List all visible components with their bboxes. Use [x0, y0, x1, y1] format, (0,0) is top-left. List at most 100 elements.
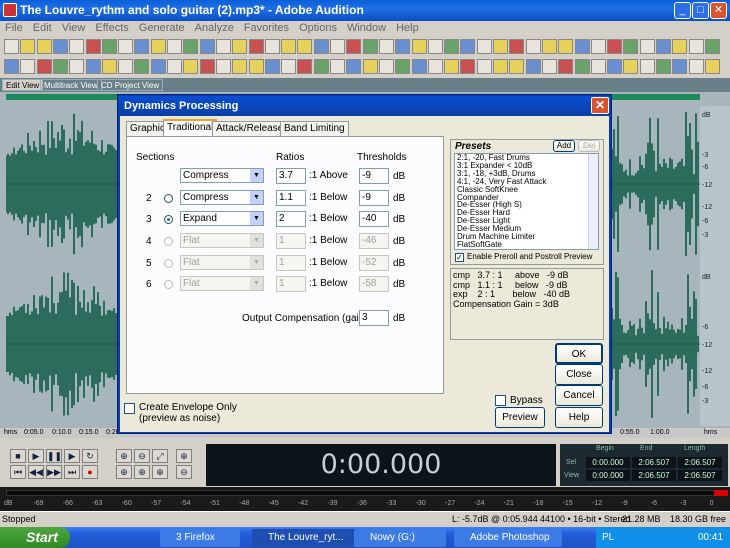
section-radio[interactable] [164, 259, 173, 268]
ratio-input[interactable]: 1 [276, 276, 306, 292]
toolbar-button[interactable] [411, 39, 427, 54]
toolbar-button[interactable] [493, 59, 508, 74]
threshold-input[interactable]: -58 [359, 276, 389, 292]
tab-band-limiting[interactable]: Band Limiting [280, 121, 349, 136]
start-button[interactable]: Start [0, 527, 70, 548]
toolbar-button[interactable] [688, 59, 704, 74]
go-start-button[interactable]: ⏮ [10, 465, 26, 479]
preset-item[interactable]: 2:1, -20, Fast Drums [455, 154, 598, 162]
toolbar-button[interactable] [330, 39, 345, 54]
preset-del-button[interactable]: Del [578, 140, 600, 152]
toolbar-button[interactable] [281, 59, 297, 74]
preset-item[interactable]: De-Esser Light [455, 217, 598, 225]
loop-button[interactable]: ↻ [82, 449, 98, 463]
toolbar-button[interactable] [232, 59, 248, 74]
record-button[interactable]: ● [82, 465, 98, 479]
toolbar-button[interactable] [330, 59, 345, 74]
toolbar-button[interactable] [4, 59, 19, 74]
toolbar-button[interactable] [525, 59, 541, 74]
preset-item[interactable]: Classic SoftKnee [455, 186, 598, 194]
toolbar-button[interactable] [248, 59, 264, 74]
toolbar-button[interactable] [558, 59, 574, 74]
toolbar-button[interactable] [150, 39, 166, 54]
ratio-input[interactable]: 1 [276, 255, 306, 271]
threshold-input[interactable]: -52 [359, 255, 389, 271]
toolbar-button[interactable] [558, 39, 574, 54]
menu-edit[interactable]: Edit [28, 21, 57, 34]
toolbar-button[interactable] [4, 39, 19, 54]
toolbar-button[interactable] [427, 59, 443, 74]
toolbar-button[interactable] [460, 59, 476, 74]
maximize-icon[interactable]: □ [692, 2, 709, 19]
toolbar-button[interactable] [69, 59, 85, 74]
section-radio[interactable] [164, 280, 173, 289]
toolbar-button[interactable] [150, 59, 166, 74]
preset-item[interactable]: 4:1, -24, Very Fast Attack [455, 178, 598, 186]
ok-button[interactable]: OK [555, 343, 603, 364]
menu-help[interactable]: Help [391, 21, 424, 34]
toolbar-button[interactable] [574, 59, 590, 74]
zoom-left-icon[interactable]: ⊕ [116, 465, 132, 479]
section-radio[interactable] [164, 194, 173, 203]
toolbar-button[interactable] [395, 59, 411, 74]
preset-item[interactable]: 3:1 Expander < 10dB [455, 162, 598, 170]
ratio-input[interactable]: 3.7 [276, 168, 306, 184]
zoom-right-icon[interactable]: ⊕ [134, 465, 150, 479]
rewind-button[interactable]: ◀◀ [28, 465, 44, 479]
language-indicator[interactable]: PL [602, 532, 614, 543]
dialog-close-icon[interactable]: ✕ [591, 97, 609, 114]
toolbar-button[interactable] [232, 39, 248, 54]
preset-item[interactable]: FlatSoftGate [455, 241, 598, 249]
zoom-selection-icon[interactable]: ⊕ [152, 465, 168, 479]
toolbar-button[interactable] [69, 39, 85, 54]
view-end-field[interactable]: 2:06.507 [632, 470, 676, 481]
toolbar-button[interactable] [167, 39, 182, 54]
view-begin-field[interactable]: 0:00.000 [586, 470, 630, 481]
toolbar-button[interactable] [20, 39, 36, 54]
toolbar-button[interactable] [574, 39, 590, 54]
toolbar-button[interactable] [199, 59, 215, 74]
toolbar-button[interactable] [281, 39, 297, 54]
toolbar-button[interactable] [525, 39, 541, 54]
tab-attack-release[interactable]: Attack/Release [212, 121, 288, 136]
toolbar-button[interactable] [346, 39, 362, 54]
close-icon[interactable]: ✕ [710, 2, 727, 19]
toolbar-button[interactable] [623, 59, 639, 74]
view-length-field[interactable]: 2:06.507 [678, 470, 722, 481]
toolbar-button[interactable] [101, 59, 117, 74]
play-to-end-button[interactable]: ▶ [64, 449, 80, 463]
menu-options[interactable]: Options [294, 21, 342, 34]
toolbar-button[interactable] [590, 59, 606, 74]
toolbar-button[interactable] [20, 59, 36, 74]
toolbar-button[interactable] [672, 39, 688, 54]
section-mode-select[interactable]: Expand ▼ [180, 211, 264, 226]
sel-end-field[interactable]: 2:06.507 [632, 457, 676, 468]
toolbar-button[interactable] [134, 59, 150, 74]
tab-multitrack-view[interactable]: Multitrack View [40, 79, 102, 91]
toolbar-button[interactable] [36, 59, 52, 74]
go-end-button[interactable]: ⏭ [64, 465, 80, 479]
toolbar-button[interactable] [639, 59, 655, 74]
close-button[interactable]: Close [555, 364, 603, 385]
menu-view[interactable]: View [57, 21, 91, 34]
preset-item[interactable]: De-Esser Medium [455, 225, 598, 233]
tab-edit-view[interactable]: Edit View [2, 79, 44, 91]
threshold-input[interactable]: -40 [359, 211, 389, 227]
preview-button[interactable]: Preview [495, 407, 545, 428]
tab-cd-project-view[interactable]: CD Project View [97, 79, 164, 91]
toolbar-button[interactable] [688, 39, 704, 54]
toolbar-button[interactable] [134, 39, 150, 54]
section-mode-select[interactable]: Flat ▼ [180, 233, 264, 248]
preset-item[interactable]: Drum Machine Limiter [455, 233, 598, 241]
toolbar-button[interactable] [509, 39, 525, 54]
task-firefox[interactable]: 3 Firefox [160, 529, 240, 547]
toolbar-button[interactable] [607, 59, 623, 74]
menu-window[interactable]: Window [342, 21, 391, 34]
toolbar-button[interactable] [248, 39, 264, 54]
ratio-input[interactable]: 1 [276, 233, 306, 249]
toolbar-button[interactable] [101, 39, 117, 54]
toolbar-button[interactable] [623, 39, 639, 54]
menu-file[interactable]: File [0, 21, 28, 34]
zoom-vertical-out-icon[interactable]: ⊖ [176, 465, 192, 479]
help-button[interactable]: Help [555, 407, 603, 428]
